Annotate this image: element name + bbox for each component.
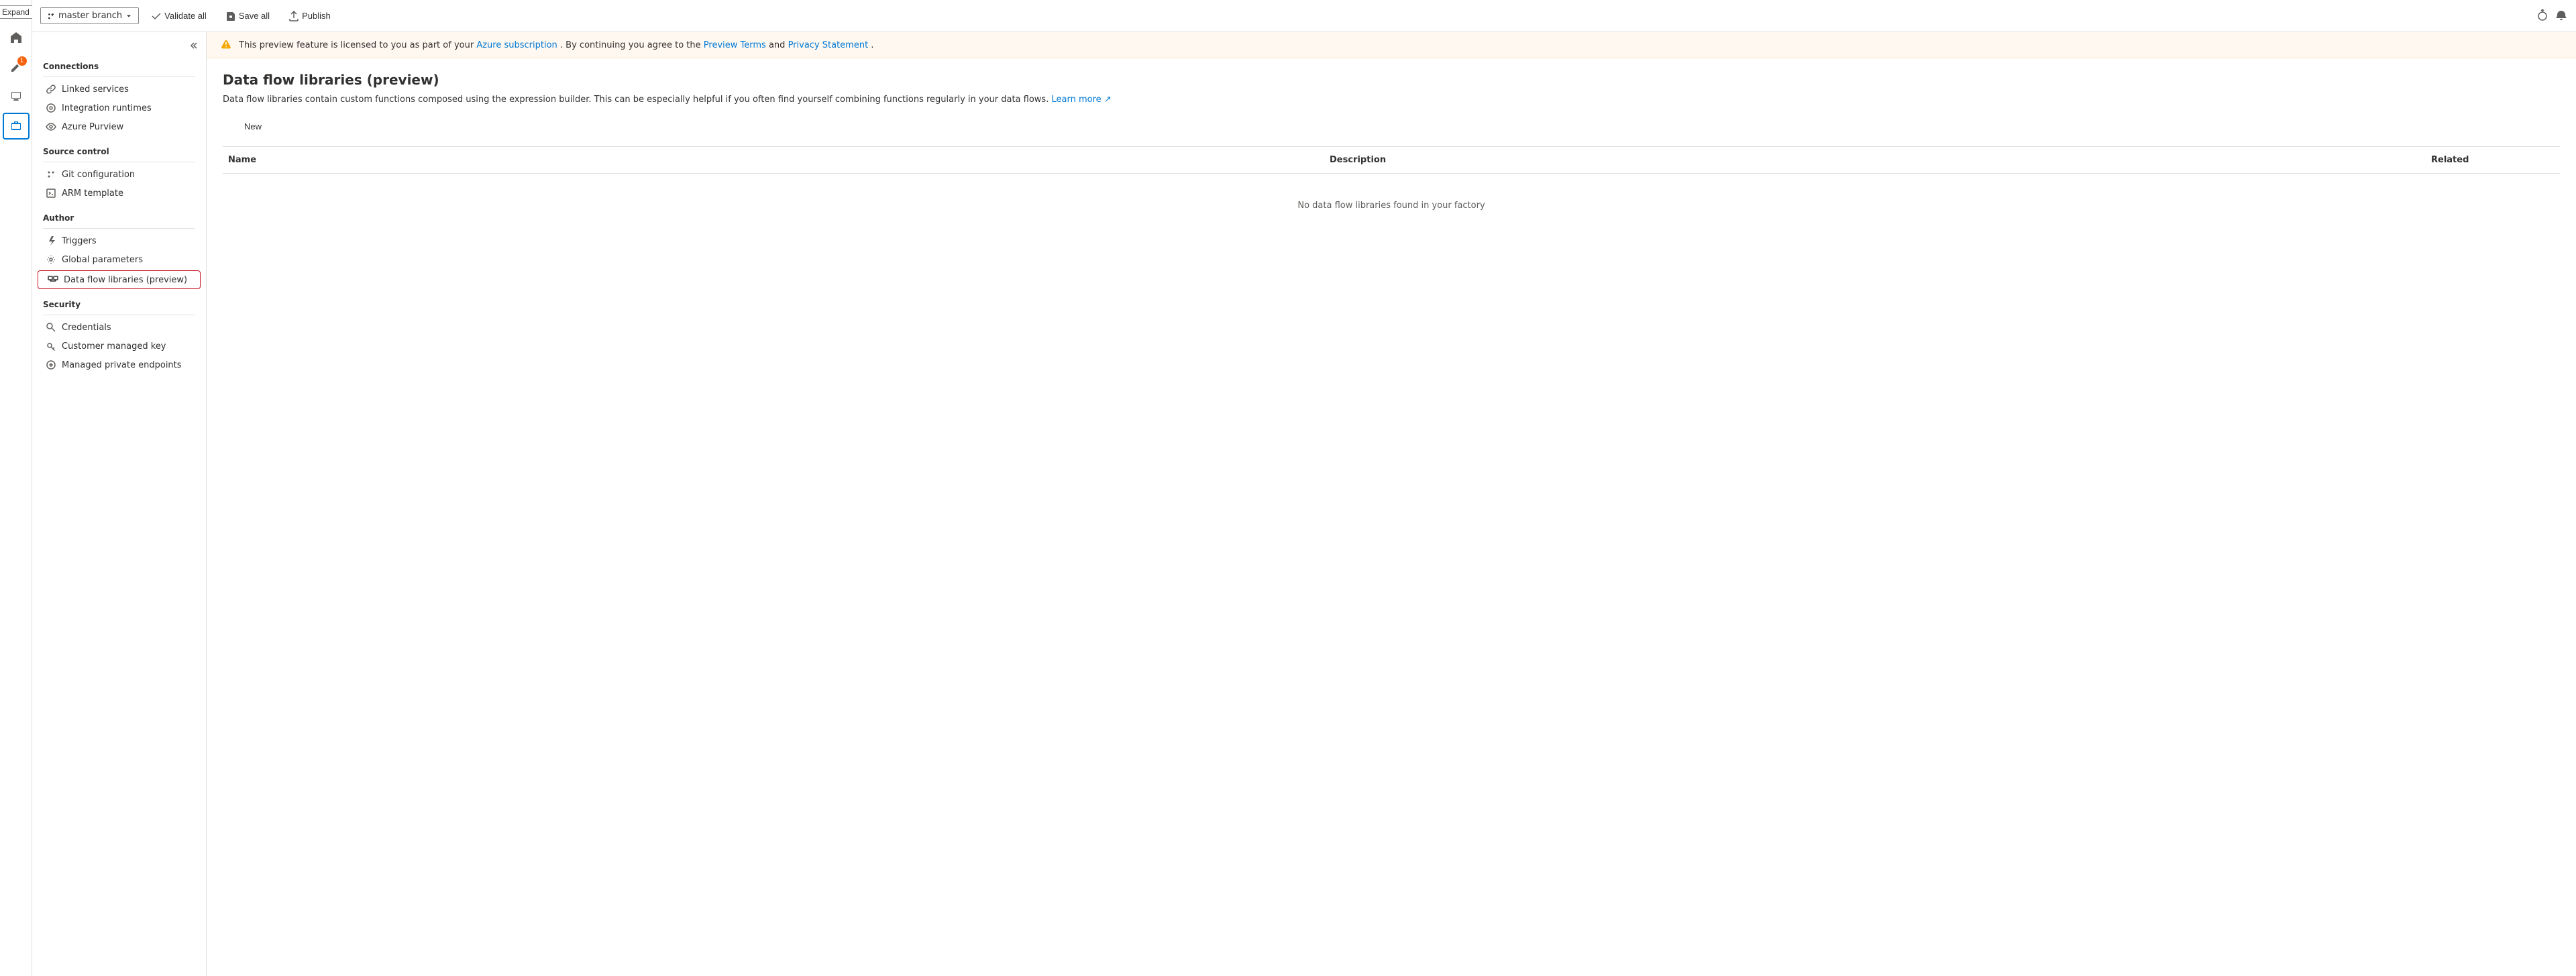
expand-button[interactable]: Expand	[0, 5, 36, 19]
briefcase-icon	[9, 119, 23, 133]
integration-runtimes-label: Integration runtimes	[62, 103, 152, 113]
branch-label: master branch	[58, 11, 122, 21]
top-right-icons	[2536, 9, 2568, 23]
main-content: This preview feature is licensed to you …	[207, 32, 2576, 976]
home-icon	[9, 31, 23, 44]
connections-section-title: Connections	[32, 56, 206, 74]
sidebar-item-global-parameters[interactable]: Global parameters	[32, 250, 206, 269]
sidebar-item-credentials[interactable]: Credentials	[32, 318, 206, 337]
settings-icon	[46, 254, 56, 265]
publish-icon	[288, 11, 299, 21]
col-related: Related	[2426, 152, 2560, 168]
sidebar-collapse-button[interactable]	[32, 38, 206, 56]
new-button[interactable]: New	[223, 117, 270, 135]
git-icon	[46, 169, 56, 180]
azure-subscription-link[interactable]: Azure subscription	[476, 40, 557, 50]
alert-bar: This preview feature is licensed to you …	[207, 32, 2576, 58]
chevron-down-icon	[125, 12, 133, 20]
sidebar-item-managed-private-endpoints[interactable]: Managed private endpoints	[32, 356, 206, 374]
monitor-icon	[9, 90, 23, 103]
dataflow-icon	[48, 274, 58, 285]
global-parameters-label: Global parameters	[62, 255, 143, 265]
preview-terms-link[interactable]: Preview Terms	[704, 40, 766, 50]
connections-divider	[43, 76, 195, 77]
git-configuration-label: Git configuration	[62, 170, 135, 180]
credentials-icon	[46, 322, 56, 333]
publish-button[interactable]: Publish	[282, 8, 337, 24]
app-container: master branch Validate all Save all Publ…	[32, 0, 2576, 976]
azure-purview-label: Azure Purview	[62, 122, 123, 132]
home-nav-item[interactable]	[3, 24, 30, 51]
sidebar-item-linked-services[interactable]: Linked services	[32, 80, 206, 99]
top-bar: master branch Validate all Save all Publ…	[32, 0, 2576, 32]
manage-nav-item[interactable]	[3, 113, 30, 140]
author-section-title: Author	[32, 208, 206, 225]
key-icon	[46, 341, 56, 351]
col-description: Description	[1324, 152, 2426, 168]
sidebar-item-azure-purview[interactable]: Azure Purview	[32, 117, 206, 136]
author-nav-item[interactable]: 1	[3, 54, 30, 80]
table-header: Name Description Related	[223, 147, 2560, 174]
sidebar-item-customer-managed-key[interactable]: Customer managed key	[32, 337, 206, 356]
refresh-icon[interactable]	[2536, 9, 2549, 23]
icon-bar: Expand 1	[0, 0, 32, 976]
data-flow-libraries-label: Data flow libraries (preview)	[64, 275, 187, 285]
branch-selector[interactable]: master branch	[40, 7, 139, 24]
col-name: Name	[223, 152, 1324, 168]
privacy-statement-link[interactable]: Privacy Statement	[788, 40, 869, 50]
page-content: Data flow libraries (preview) Data flow …	[207, 58, 2576, 251]
runtime-icon	[46, 103, 56, 113]
collapse-icon	[190, 40, 201, 51]
arm-template-icon	[46, 188, 56, 199]
author-divider	[43, 228, 195, 229]
validate-icon	[151, 11, 162, 21]
page-title: Data flow libraries (preview)	[223, 72, 2560, 88]
branch-icon	[46, 11, 56, 21]
sidebar-item-arm-template[interactable]: ARM template	[32, 184, 206, 203]
plus-icon	[231, 121, 240, 131]
content-area: Connections Linked services Integration …	[32, 32, 2576, 976]
arm-template-label: ARM template	[62, 188, 123, 199]
triggers-label: Triggers	[62, 236, 97, 246]
security-section-title: Security	[32, 294, 206, 312]
sidebar-item-data-flow-libraries[interactable]: Data flow libraries (preview)	[38, 270, 201, 289]
link-icon	[46, 84, 56, 95]
customer-managed-key-label: Customer managed key	[62, 341, 166, 351]
private-endpoint-icon	[46, 360, 56, 370]
save-icon	[225, 11, 236, 21]
notifications-icon[interactable]	[2555, 9, 2568, 23]
table-container: Name Description Related No data flow li…	[223, 146, 2560, 237]
page-description: Data flow libraries contain custom funct…	[223, 93, 2560, 107]
eye-icon	[46, 121, 56, 132]
validate-all-button[interactable]: Validate all	[144, 8, 213, 24]
sidebar-item-triggers[interactable]: Triggers	[32, 231, 206, 250]
lightning-icon	[46, 235, 56, 246]
learn-more-link[interactable]: Learn more ↗	[1051, 95, 1111, 105]
monitor-nav-item[interactable]	[3, 83, 30, 110]
linked-services-label: Linked services	[62, 85, 129, 95]
credentials-label: Credentials	[62, 323, 111, 333]
save-all-button[interactable]: Save all	[219, 8, 276, 24]
sidebar-item-git-configuration[interactable]: Git configuration	[32, 165, 206, 184]
sidebar-item-integration-runtimes[interactable]: Integration runtimes	[32, 99, 206, 117]
source-control-section-title: Source control	[32, 142, 206, 159]
author-badge: 1	[17, 56, 27, 66]
managed-private-endpoints-label: Managed private endpoints	[62, 360, 182, 370]
sidebar: Connections Linked services Integration …	[32, 32, 207, 976]
alert-text: This preview feature is licensed to you …	[239, 40, 873, 50]
warning-icon	[220, 39, 232, 51]
table-empty-message: No data flow libraries found in your fac…	[223, 174, 2560, 237]
